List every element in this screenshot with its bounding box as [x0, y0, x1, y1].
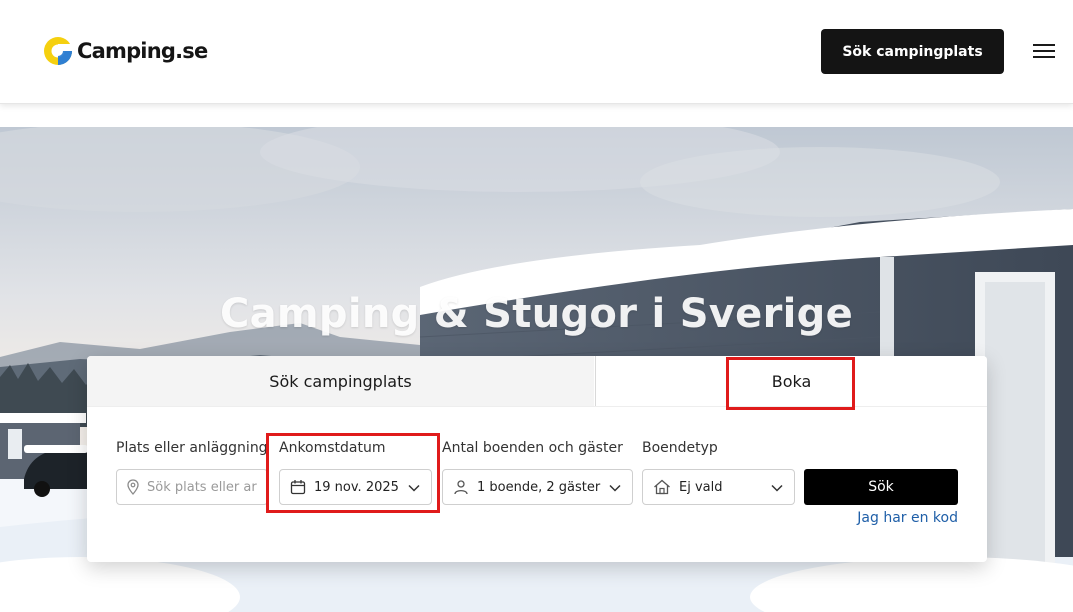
guests-label: Antal boenden och gäster — [442, 440, 623, 456]
chevron-down-icon — [770, 480, 784, 499]
site-header: Camping.se Sök campingplats — [0, 0, 1073, 104]
arrival-date-label: Ankomstdatum — [279, 440, 386, 456]
have-code-link[interactable]: Jag har en kod — [804, 510, 958, 526]
hero-title: Camping & Stugor i Sverige — [219, 291, 854, 337]
guests-selector[interactable]: 1 boende, 2 gäster — [442, 469, 633, 505]
accommodation-type-label: Boendetyp — [642, 440, 718, 456]
arrival-date-picker[interactable]: 19 nov. 2025 — [279, 469, 432, 505]
booking-panel: Sök campingplats Boka Plats eller anlägg… — [87, 356, 987, 562]
chevron-down-icon — [608, 480, 622, 499]
location-field[interactable] — [116, 469, 268, 505]
tab-divider — [87, 406, 987, 407]
tab-boka[interactable]: Boka — [595, 356, 987, 406]
accommodation-type-select[interactable]: Ej vald — [642, 469, 795, 505]
house-icon — [653, 479, 671, 495]
chevron-down-icon — [407, 480, 421, 499]
person-icon — [453, 479, 469, 495]
map-pin-icon — [127, 479, 139, 495]
booking-tabs: Sök campingplats Boka — [87, 356, 987, 407]
camping-logo-icon — [44, 37, 74, 65]
calendar-icon — [290, 479, 306, 495]
accommodation-type-value: Ej vald — [679, 479, 723, 495]
tab-search-campsite[interactable]: Sök campingplats — [87, 356, 594, 406]
location-label: Plats eller anläggning — [116, 440, 268, 456]
arrival-date-value: 19 nov. 2025 — [314, 479, 399, 495]
logo-text: Camping.se — [77, 39, 208, 63]
site-logo[interactable]: Camping.se — [42, 31, 208, 71]
location-input[interactable] — [147, 479, 267, 495]
search-button[interactable]: Sök — [804, 469, 958, 505]
hamburger-menu-icon[interactable] — [1033, 44, 1055, 60]
header-search-campsite-button[interactable]: Sök campingplats — [821, 29, 1004, 74]
guests-value: 1 boende, 2 gäster — [477, 479, 601, 495]
